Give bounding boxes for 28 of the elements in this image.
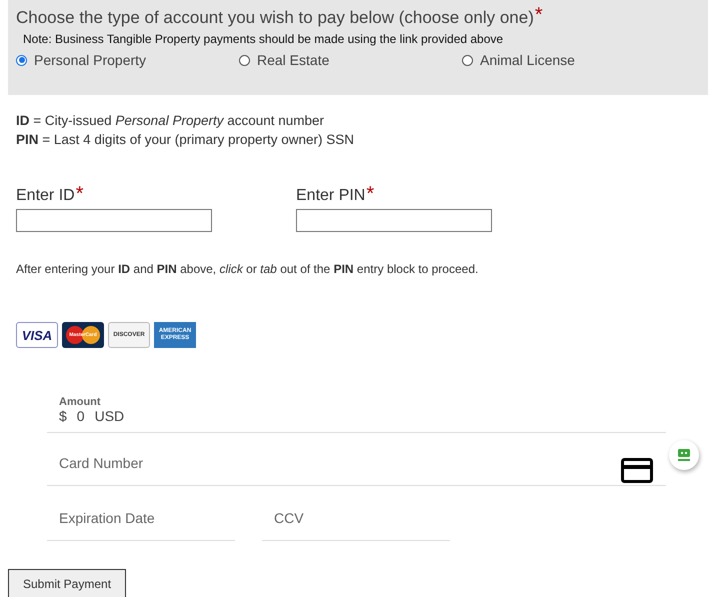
radio-label[interactable]: Real Estate <box>257 52 330 68</box>
required-mark: * <box>76 187 84 205</box>
radio-button[interactable] <box>462 54 473 66</box>
required-mark: * <box>534 8 543 22</box>
radio-label[interactable]: Personal Property <box>34 52 146 68</box>
field-label: Enter ID <box>16 187 75 205</box>
radio-button[interactable] <box>239 54 250 66</box>
note-text: Note: Business Tangible Property payments should be made using the link provided above <box>23 32 504 46</box>
card-number-field[interactable]: Card Number <box>47 433 621 485</box>
instructions-text: After entering your ID and PIN above, click or tab out of the PIN entry block to proceed. <box>15 261 480 276</box>
amount-label: Amount <box>59 396 102 408</box>
section-heading: Choose the type of account you wish to pay below (choose only one) <box>16 8 534 28</box>
currency-code: USD <box>94 408 124 424</box>
credit-card-icon <box>621 458 653 483</box>
input-field[interactable] <box>296 209 492 232</box>
definition-text: PIN = Last 4 digits of your (primary property owner) SSN <box>16 131 356 149</box>
input-field[interactable] <box>16 209 212 232</box>
assistant-badge[interactable] <box>669 440 699 470</box>
submit-payment-button[interactable]: Submit Payment <box>8 569 126 597</box>
field-label: Enter PIN <box>296 187 366 205</box>
robot-icon <box>677 448 691 462</box>
currency-symbol: $ <box>59 408 67 424</box>
card-logo: VISA <box>16 322 58 348</box>
amount-value: 0 <box>76 408 85 424</box>
radio-button[interactable] <box>16 54 27 66</box>
definition-text: ID = City-issued Personal Property account number <box>16 112 326 130</box>
required-mark: * <box>366 187 374 205</box>
radio-label[interactable]: Animal License <box>480 52 575 68</box>
